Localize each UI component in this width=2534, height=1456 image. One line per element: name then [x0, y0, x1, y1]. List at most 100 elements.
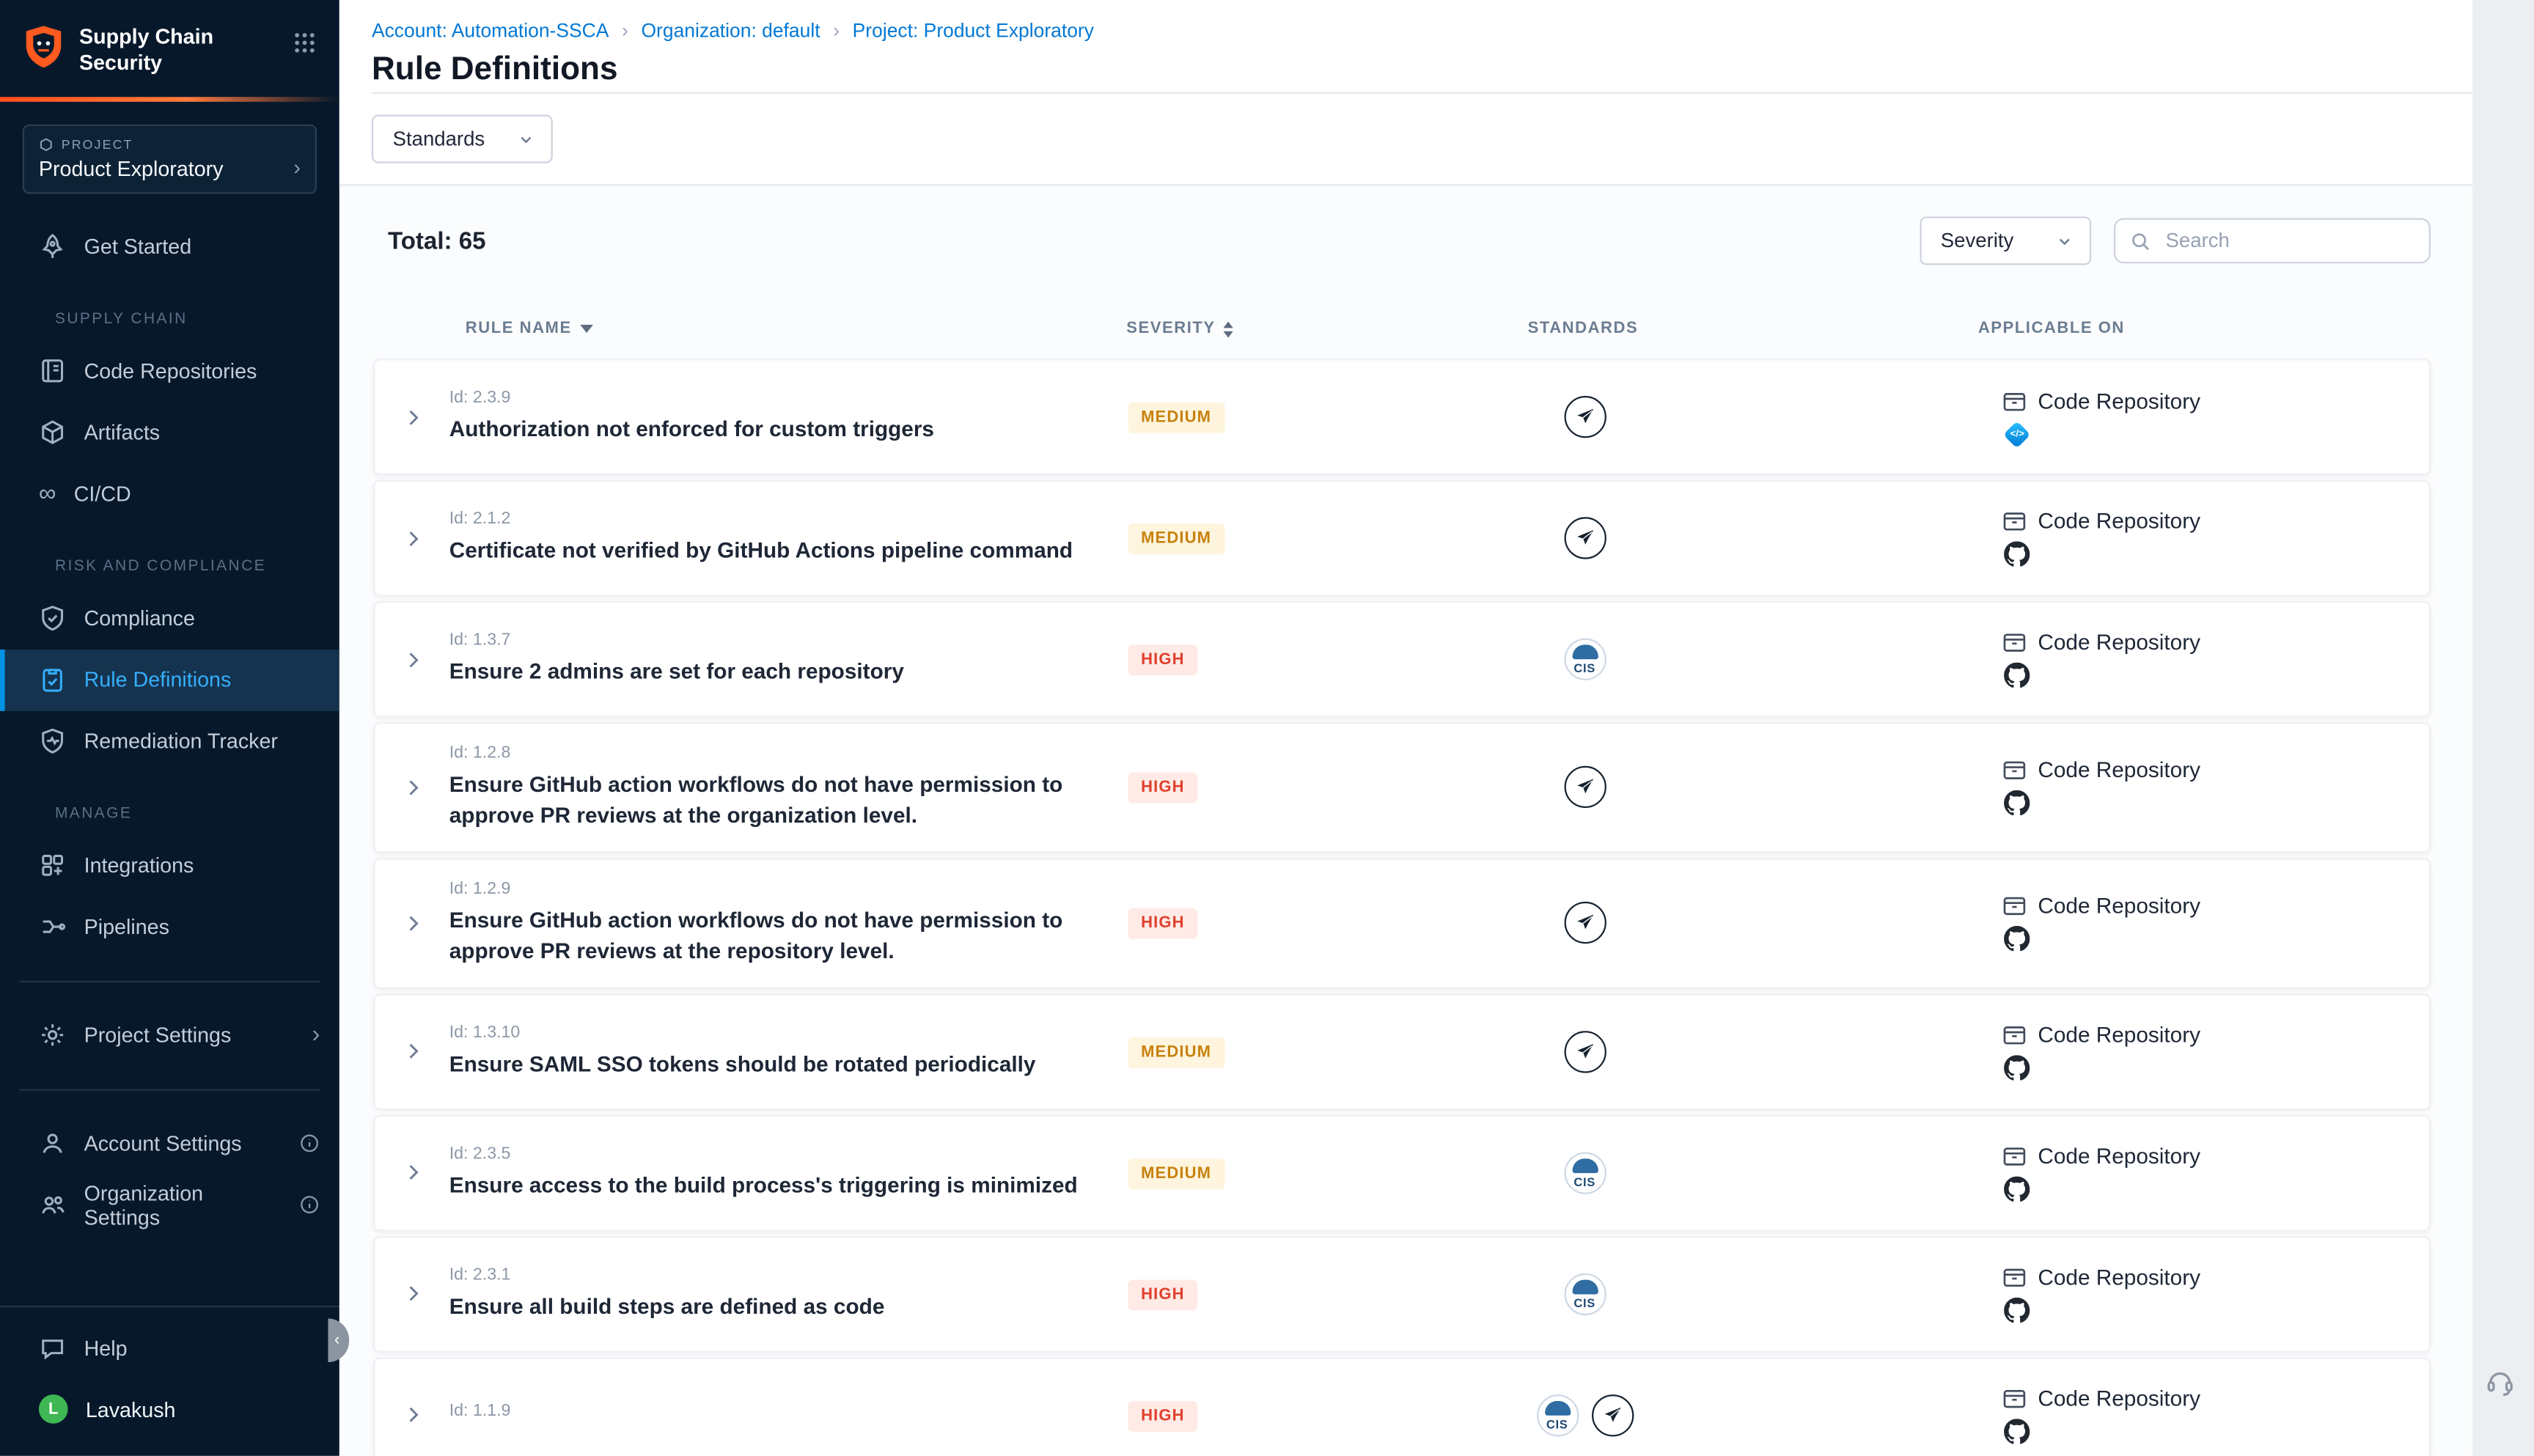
- applicable-label: Code Repository: [2038, 894, 2200, 918]
- sidebar-item-cicd[interactable]: ∞ CI/CD: [0, 463, 339, 524]
- infinity-icon: ∞: [39, 484, 56, 503]
- rule-name: Ensure GitHub action workflows do not ha…: [449, 771, 1128, 831]
- rule-id: Id: 2.3.9: [449, 388, 1128, 407]
- breadcrumb-account-link[interactable]: Account: Automation-SSCA: [372, 19, 609, 42]
- rules-content: Total: 65 Severity: [339, 216, 2472, 1456]
- standards-cell: CIS: [1435, 1273, 1734, 1315]
- sidebar-item-help[interactable]: Help: [0, 1317, 339, 1378]
- standards-dropdown[interactable]: Standards: [372, 114, 553, 163]
- applicable-label: Code Repository: [2038, 1022, 2200, 1046]
- gear-icon: [39, 1021, 66, 1048]
- applicable-label: Code Repository: [2038, 509, 2200, 533]
- sidebar: Supply Chain Security PROJECT Product Ex…: [0, 0, 339, 1456]
- code-repository-icon: [2002, 1022, 2027, 1046]
- brand: Supply Chain Security: [0, 0, 339, 89]
- rule-id: Id: 1.3.10: [449, 1022, 1128, 1041]
- rule-row[interactable]: Id: 1.1.9 HIGH CIS Code Repository: [373, 1356, 2431, 1455]
- breadcrumb-organization-link[interactable]: Organization: default: [641, 19, 820, 42]
- nav-group-supply-chain: SUPPLY CHAIN: [0, 309, 339, 327]
- code-repository-icon: [2002, 1386, 2027, 1410]
- rule-id: Id: 1.2.8: [449, 743, 1128, 762]
- rule-row[interactable]: Id: 1.3.10 Ensure SAML SSO tokens should…: [373, 993, 2431, 1110]
- applicable-label: Code Repository: [2038, 759, 2200, 783]
- sidebar-nav: Get Started SUPPLY CHAIN Code Repositori…: [0, 216, 339, 1235]
- sidebar-item-organization-settings[interactable]: Organization Settings: [0, 1174, 339, 1235]
- support-headset-icon[interactable]: [2484, 1365, 2516, 1397]
- severity-filter-dropdown[interactable]: Severity: [1920, 216, 2091, 265]
- sidebar-item-pipelines[interactable]: Pipelines: [0, 896, 339, 957]
- row-expand-chevron-icon[interactable]: [402, 1405, 423, 1426]
- sidebar-item-get-started[interactable]: Get Started: [0, 216, 339, 277]
- code-repository-icon: [2002, 1265, 2027, 1289]
- rocket-icon: [39, 232, 66, 260]
- severity-badge: MEDIUM: [1128, 1158, 1224, 1188]
- rule-row[interactable]: Id: 2.3.9 Authorization not enforced for…: [373, 359, 2431, 475]
- info-icon: [299, 1194, 320, 1216]
- supply-chain-security-logo-icon: [23, 24, 65, 70]
- rule-row[interactable]: Id: 2.3.5 Ensure access to the build pro…: [373, 1114, 2431, 1231]
- pipelines-icon: [39, 913, 66, 940]
- plane-standard-icon: [1591, 1394, 1633, 1435]
- sidebar-item-integrations[interactable]: Integrations: [0, 834, 339, 896]
- applicable-cell: Code Repository: [1734, 1386, 2429, 1444]
- standards-dropdown-label: Standards: [393, 128, 485, 150]
- column-rule-name[interactable]: RULE NAME: [448, 320, 1127, 337]
- rule-row[interactable]: Id: 2.1.2 Certificate not verified by Gi…: [373, 480, 2431, 597]
- sidebar-item-label: Organization Settings: [84, 1180, 282, 1229]
- column-standards: STANDARDS: [1433, 320, 1733, 337]
- shield-pulse-icon: [39, 727, 66, 754]
- column-severity[interactable]: SEVERITY: [1126, 320, 1433, 337]
- row-expand-chevron-icon[interactable]: [402, 1162, 423, 1183]
- sidebar-item-compliance[interactable]: Compliance: [0, 587, 339, 649]
- organization-icon: [39, 1191, 66, 1218]
- row-expand-chevron-icon[interactable]: [402, 406, 423, 427]
- row-expand-chevron-icon[interactable]: [402, 1283, 423, 1304]
- sidebar-item-artifacts[interactable]: Artifacts: [0, 402, 339, 463]
- applicable-cell: Code Repository: [1734, 759, 2429, 817]
- code-repository-nav-icon: [39, 357, 66, 384]
- github-icon: [2004, 541, 2030, 567]
- table-header: RULE NAME SEVERITY STANDARDS APPLICABLE …: [373, 320, 2431, 337]
- sidebar-item-code-repositories[interactable]: Code Repositories: [0, 340, 339, 402]
- row-expand-chevron-icon[interactable]: [402, 777, 423, 798]
- module-switcher-icon[interactable]: [293, 31, 317, 55]
- sidebar-item-project-settings[interactable]: Project Settings ›: [0, 1004, 339, 1066]
- sidebar-item-label: Rule Definitions: [84, 667, 232, 691]
- rule-name: Ensure access to the build process's tri…: [449, 1171, 1128, 1202]
- cis-standard-icon: CIS: [1563, 1273, 1605, 1315]
- applicable-cell: Code Repository: [1734, 630, 2429, 688]
- rule-row[interactable]: Id: 1.2.8 Ensure GitHub action workflows…: [373, 722, 2431, 853]
- app-window: Supply Chain Security PROJECT Product Ex…: [0, 0, 2534, 1456]
- row-expand-chevron-icon[interactable]: [402, 528, 423, 549]
- rule-row[interactable]: Id: 1.2.9 Ensure GitHub action workflows…: [373, 858, 2431, 988]
- sidebar-item-rule-definitions[interactable]: Rule Definitions: [0, 649, 339, 710]
- search-box[interactable]: [2114, 218, 2431, 264]
- plane-standard-icon: [1563, 767, 1605, 809]
- sidebar-item-remediation-tracker[interactable]: Remediation Tracker: [0, 710, 339, 772]
- rule-row[interactable]: Id: 1.3.7 Ensure 2 admins are set for ea…: [373, 601, 2431, 718]
- rule-row[interactable]: Id: 2.3.1 Ensure all build steps are def…: [373, 1235, 2431, 1352]
- row-expand-chevron-icon[interactable]: [402, 913, 423, 934]
- code-repository-icon: [2002, 509, 2027, 533]
- chevron-left-icon: ‹: [334, 1331, 339, 1349]
- project-selector[interactable]: PROJECT Product Exploratory ›: [23, 124, 317, 194]
- standards-cell: CIS: [1435, 1152, 1734, 1194]
- severity-badge: HIGH: [1128, 1279, 1197, 1310]
- rule-name: Ensure SAML SSO tokens should be rotated…: [449, 1050, 1128, 1081]
- applicable-cell: Code Repository: [1734, 1265, 2429, 1323]
- sidebar-item-label: Account Settings: [84, 1131, 242, 1155]
- shield-check-icon: [39, 604, 66, 631]
- project-eyebrow: PROJECT: [62, 136, 133, 151]
- plane-standard-icon: [1563, 396, 1605, 438]
- breadcrumb: Account: Automation-SSCA › Organization:…: [372, 19, 2440, 42]
- search-input[interactable]: [2162, 228, 2414, 254]
- sidebar-item-label: Remediation Tracker: [84, 729, 278, 753]
- row-expand-chevron-icon[interactable]: [402, 649, 423, 670]
- row-expand-chevron-icon[interactable]: [402, 1041, 423, 1062]
- sidebar-item-account-settings[interactable]: Account Settings: [0, 1113, 339, 1174]
- applicable-label: Code Repository: [2038, 1265, 2200, 1289]
- github-icon: [2004, 1176, 2030, 1202]
- standards-cell: [1435, 902, 1734, 944]
- user-menu[interactable]: L Lavakush: [0, 1378, 339, 1440]
- breadcrumb-project-link[interactable]: Project: Product Exploratory: [853, 19, 1094, 42]
